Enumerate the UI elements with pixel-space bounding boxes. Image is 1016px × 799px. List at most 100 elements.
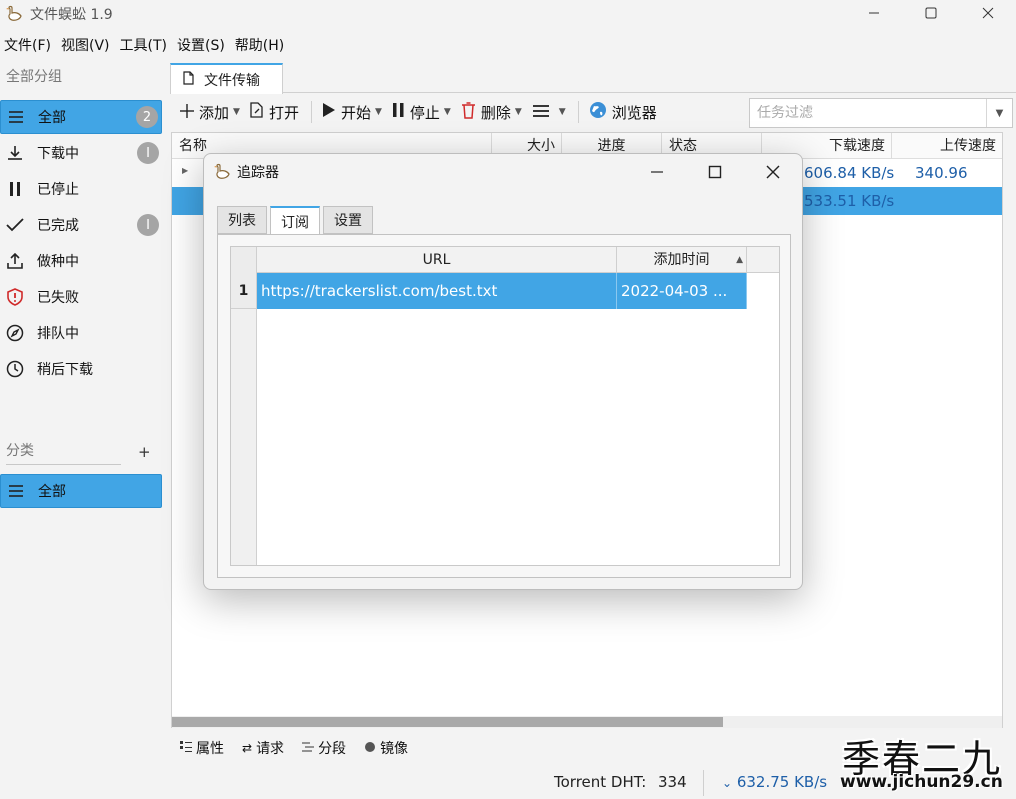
- tab-mirrors[interactable]: 镜像: [364, 738, 408, 758]
- open-file-icon: [250, 102, 264, 122]
- sidebar-item-label: 排队中: [37, 326, 79, 342]
- stop-button[interactable]: 停止 ▼: [392, 98, 451, 126]
- add-label: 添加: [199, 103, 230, 122]
- close-icon[interactable]: [959, 0, 1016, 26]
- properties-icon: [180, 740, 192, 756]
- category-item-all[interactable]: 全部: [0, 474, 162, 508]
- minimize-icon[interactable]: [845, 0, 902, 26]
- tab-label: 文件传输: [204, 72, 260, 89]
- horizontal-scrollbar[interactable]: [172, 716, 1002, 728]
- tab-properties[interactable]: 属性: [180, 738, 224, 758]
- tracker-dialog: 追踪器 列表 订阅 设置 URL 添加时间 ▲ 1 https://tracke…: [203, 153, 803, 590]
- expand-arrow-icon[interactable]: ▶: [182, 166, 188, 175]
- sidebar-item-completed[interactable]: 已完成 I: [0, 208, 162, 242]
- sidebar-item-all[interactable]: 全部 2: [0, 100, 162, 134]
- table-row[interactable]: 1 https://trackerslist.com/best.txt 2022…: [231, 273, 747, 309]
- menu-file[interactable]: 文件(F): [0, 34, 57, 58]
- sidebar-item-queued[interactable]: 排队中: [0, 316, 162, 350]
- goose-app-icon: [214, 163, 230, 179]
- add-button[interactable]: 添加 ▼: [180, 98, 240, 126]
- sidebar-item-downloading[interactable]: 下载中 I: [0, 136, 162, 170]
- start-button[interactable]: 开始 ▼: [322, 98, 382, 126]
- tab-list[interactable]: 列表: [217, 206, 267, 234]
- tab-subscribe[interactable]: 订阅: [270, 206, 320, 236]
- sidebar-item-stopped[interactable]: 已停止: [0, 172, 162, 206]
- circle-icon: [364, 741, 376, 756]
- browser-label: 浏览器: [611, 103, 657, 122]
- toolbar: 添加 ▼ 打开 开始 ▼ 停止 ▼ 删除 ▼ ▼ 浏览器 任务过滤 ▼: [170, 94, 1016, 130]
- tab-settings[interactable]: 设置: [323, 206, 373, 234]
- browser-button[interactable]: 浏览器: [589, 98, 657, 126]
- maximize-icon[interactable]: [686, 154, 744, 190]
- goose-app-icon: [6, 5, 22, 21]
- stop-label: 停止: [409, 103, 440, 122]
- swap-arrows-icon: ⇄: [242, 741, 253, 755]
- sidebar-item-seeding[interactable]: 做种中: [0, 244, 162, 278]
- menu-bar: 文件(F) 视图(V) 工具(T) 设置(S) 帮助(H): [0, 34, 290, 58]
- pause-icon: [0, 181, 30, 197]
- check-icon: [0, 218, 30, 232]
- status-separator: [703, 770, 704, 796]
- sidebar-item-later[interactable]: 稍后下载: [0, 352, 162, 386]
- minimize-icon[interactable]: [628, 154, 686, 190]
- globe-icon: [589, 101, 607, 123]
- column-up-speed[interactable]: 上传速度: [892, 133, 1002, 159]
- column-url[interactable]: URL: [257, 247, 617, 273]
- tab-requests[interactable]: ⇄ 请求: [242, 738, 284, 758]
- pause-icon: [392, 102, 405, 122]
- toolbar-separator: [577, 101, 579, 123]
- delete-label: 删除: [480, 103, 511, 122]
- count-badge: 2: [136, 106, 158, 128]
- tab-label: 请求: [256, 741, 285, 757]
- url-cell[interactable]: https://trackerslist.com/best.txt: [257, 273, 617, 309]
- upload-icon: [0, 253, 30, 269]
- menu-settings[interactable]: 设置(S): [173, 34, 231, 58]
- dialog-tabs: 列表 订阅 设置: [217, 206, 376, 236]
- tab-file-transfer[interactable]: 文件传输: [170, 63, 283, 94]
- column-added-time[interactable]: 添加时间 ▲: [617, 247, 747, 273]
- added-time-cell[interactable]: 2022-04-03 ...: [617, 273, 747, 309]
- add-category-button[interactable]: +: [138, 443, 151, 461]
- more-menu-button[interactable]: ▼: [532, 98, 566, 126]
- plus-icon: [180, 103, 194, 122]
- chevron-down-icon[interactable]: ▼: [986, 99, 1012, 127]
- close-icon[interactable]: [744, 154, 802, 190]
- delete-button[interactable]: 删除 ▼: [461, 98, 522, 126]
- menu-tools[interactable]: 工具(T): [116, 34, 173, 58]
- count-badge: I: [137, 142, 159, 164]
- category-item-label: 全部: [38, 484, 66, 500]
- corner-cell: [231, 247, 257, 273]
- list-icon: [1, 110, 31, 124]
- chevron-down-icon: ▼: [558, 107, 566, 117]
- sidebar-item-label: 已完成: [37, 218, 79, 234]
- download-total-value: 632.75 KB/s: [736, 773, 828, 791]
- sidebar-item-label: 已停止: [37, 182, 79, 198]
- subscribe-panel: URL 添加时间 ▲ 1 https://trackerslist.com/be…: [217, 234, 791, 578]
- chevron-down-icon: ▼: [443, 107, 451, 117]
- menu-view[interactable]: 视图(V): [57, 34, 116, 58]
- detail-tabs: 属性 ⇄ 请求 分段 镜像: [170, 730, 416, 766]
- maximize-icon[interactable]: [902, 0, 959, 26]
- sidebar-item-failed[interactable]: 已失败: [0, 280, 162, 314]
- list-icon: [1, 484, 31, 498]
- group-header: 全部分组: [6, 69, 62, 85]
- menu-help[interactable]: 帮助(H): [231, 34, 290, 58]
- divider: [6, 464, 121, 465]
- tab-label: 属性: [196, 741, 224, 757]
- scrollbar-thumb[interactable]: [172, 717, 723, 727]
- sidebar-item-label: 已失败: [37, 290, 79, 306]
- dht-value: 334: [658, 773, 687, 791]
- watermark-url: www.jichun29.cn: [840, 772, 1003, 792]
- clock-icon: [0, 360, 30, 378]
- task-filter-input[interactable]: [750, 105, 980, 121]
- tab-bar: 文件传输: [170, 60, 1016, 94]
- tab-segments[interactable]: 分段: [302, 738, 346, 758]
- dialog-title: 追踪器: [237, 165, 279, 181]
- open-button[interactable]: 打开: [250, 98, 299, 126]
- watermark: 季春二九 www.jichun29.cn: [840, 728, 1016, 798]
- chevron-down-icon: ▼: [374, 107, 382, 117]
- download-total: ⌄ 632.75 KB/s: [722, 773, 827, 791]
- sidebar: 全部分组 全部 2 下载中 I 已停止 已完成 I 做种中 已失败 排队中 稍后…: [0, 60, 166, 760]
- menu-icon: [532, 103, 550, 122]
- chevron-down-icon: ▼: [514, 107, 522, 117]
